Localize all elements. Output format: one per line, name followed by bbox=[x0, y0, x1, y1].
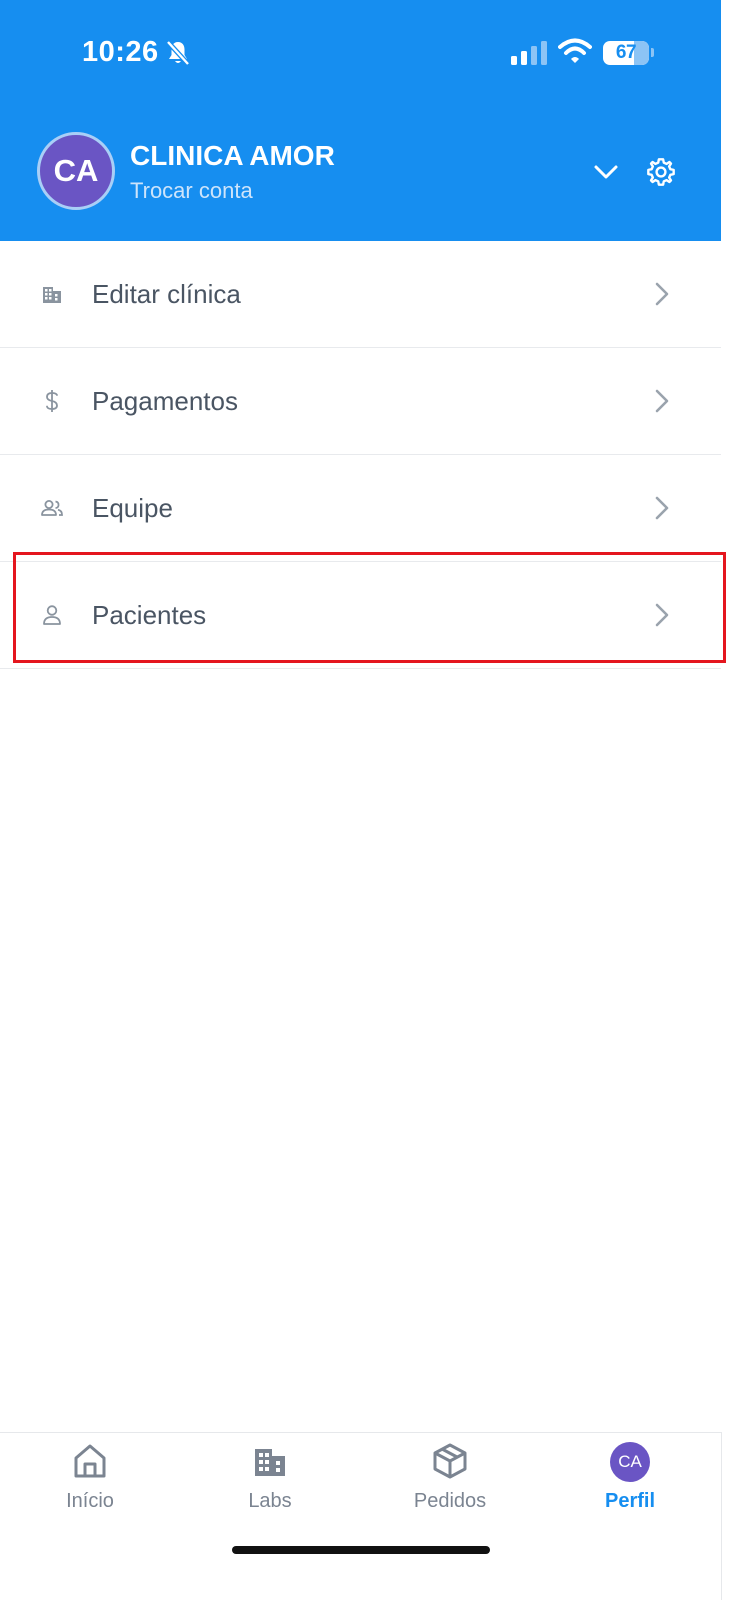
tab-inicio[interactable]: Início bbox=[0, 1433, 180, 1543]
chevron-right-icon bbox=[655, 496, 669, 520]
clinic-name: CLINICA AMOR bbox=[130, 140, 335, 171]
tab-label: Pedidos bbox=[413, 1490, 487, 1512]
tab-label: Início bbox=[66, 1490, 114, 1512]
building-icon bbox=[255, 1449, 285, 1476]
home-icon bbox=[74, 1444, 106, 1478]
chevron-right-icon bbox=[655, 282, 669, 306]
switch-account-link[interactable]: Trocar conta bbox=[130, 178, 253, 204]
clinic-avatar[interactable]: CA bbox=[37, 132, 115, 210]
tab-label: Perfil bbox=[604, 1490, 656, 1512]
tab-label: Labs bbox=[248, 1490, 292, 1512]
tab-pedidos[interactable]: Pedidos bbox=[360, 1433, 540, 1543]
signal-icon bbox=[511, 41, 547, 65]
battery-level: 67 bbox=[615, 42, 637, 63]
tabbar-border bbox=[721, 1432, 722, 1600]
header: 10:26 67 CA CLINICA AMOR Trocar conta bbox=[0, 0, 721, 241]
menu-item-label: Pagamentos bbox=[92, 386, 238, 416]
profile-menu: Editar clínica Pagamentos Equipe Pacient… bbox=[0, 241, 721, 669]
building-icon bbox=[43, 287, 61, 303]
box-icon bbox=[433, 1443, 467, 1479]
gear-icon bbox=[647, 158, 675, 186]
bell-muted-icon bbox=[166, 40, 190, 66]
menu-item-label: Pacientes bbox=[92, 600, 207, 630]
settings-button[interactable] bbox=[645, 156, 677, 188]
home-indicator bbox=[232, 1546, 490, 1554]
profile-avatar: CA bbox=[610, 1442, 650, 1482]
account-dropdown-button[interactable] bbox=[590, 156, 622, 188]
dollar-icon bbox=[46, 390, 58, 412]
menu-item-edit-clinic[interactable]: Editar clínica bbox=[0, 241, 721, 348]
menu-item-payments[interactable]: Pagamentos bbox=[0, 348, 721, 455]
status-time: 10:26 bbox=[82, 36, 159, 68]
menu-item-team[interactable]: Equipe bbox=[0, 455, 721, 562]
menu-item-label: Equipe bbox=[92, 493, 173, 523]
menu-item-patients[interactable]: Pacientes bbox=[0, 562, 721, 669]
battery-tip bbox=[651, 48, 654, 57]
chevron-down-icon bbox=[594, 165, 618, 179]
battery-indicator: 67 bbox=[603, 41, 649, 65]
team-icon bbox=[41, 500, 63, 516]
tab-perfil[interactable]: CA Perfil bbox=[540, 1433, 720, 1543]
tab-labs[interactable]: Labs bbox=[180, 1433, 360, 1543]
menu-item-label: Editar clínica bbox=[92, 279, 241, 309]
person-icon bbox=[43, 605, 61, 625]
chevron-right-icon bbox=[655, 389, 669, 413]
bottom-tab-bar: Início Labs Pedidos CA Perfil bbox=[0, 1432, 721, 1601]
wifi-icon bbox=[558, 38, 592, 63]
chevron-right-icon bbox=[655, 603, 669, 627]
